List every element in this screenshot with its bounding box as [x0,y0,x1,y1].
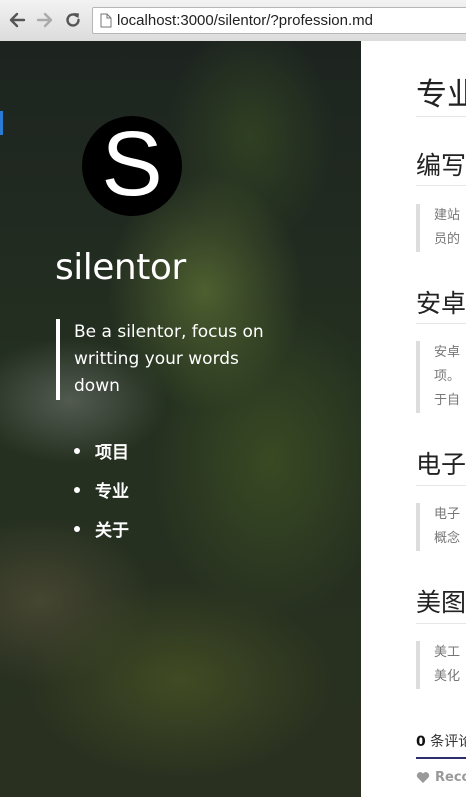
section-quote: 电子 概念 [416,503,460,551]
arrow-right-icon [36,12,53,28]
section-quote: 美工 美化 [416,641,460,689]
nav-link[interactable]: 专业 [95,477,129,502]
section-text: 于自 [434,393,461,408]
nav-item-about[interactable]: 关于 [74,509,129,548]
browser-toolbar: localhost:3000/silentor/?profession.md [0,0,466,42]
site-logo[interactable]: S [82,116,182,216]
section-text: 电子 [434,507,461,522]
back-button[interactable] [6,8,28,32]
tagline-quote: Be a silentor, focus on writting your wo… [56,319,286,400]
bullet-icon [74,447,80,454]
section-text: 概念 [434,531,461,546]
divider [416,323,466,324]
section-title: 美图 [416,588,466,617]
site-name[interactable]: silentor [55,247,186,288]
comments-underline [416,757,466,759]
section-text: 美化 [434,669,461,684]
nav-item-projects[interactable]: 项目 [74,431,129,470]
bullet-icon [74,486,80,493]
page-icon [100,13,112,28]
address-bar[interactable]: localhost:3000/silentor/?profession.md [92,7,466,34]
section-quote: 建站 员的 [416,204,460,252]
nav-item-profession[interactable]: 专业 [74,470,129,509]
section-text: 美工 [434,645,461,660]
nav-link[interactable]: 关于 [95,516,129,541]
content-panel: 专业 编写 建站 员的 安卓 安卓 项。 于自 电子 电子 概念 美图 美工 美… [361,41,466,797]
heart-icon [416,772,430,783]
tagline-line: down [74,376,120,396]
reload-button[interactable] [62,8,84,32]
forward-button[interactable] [34,8,56,32]
reload-icon [66,13,80,27]
bullet-icon [74,525,80,532]
section-text: 员的 [434,232,461,247]
recommend-label: Reco [435,770,466,785]
section-title: 编写 [416,151,466,180]
recommend-button[interactable]: Reco [416,770,466,785]
section-text: 项。 [434,369,461,384]
divider [416,623,466,624]
tagline-line: writting your words [74,349,239,369]
comments-label: 条评论 [430,734,466,750]
nav-link[interactable]: 项目 [95,438,129,463]
section-title: 安卓 [416,289,466,318]
comments-number: 0 [416,734,426,750]
section-text: 安卓 [434,345,461,360]
comments-count: 0 条评论 [416,731,466,751]
divider [416,485,466,486]
sidebar-nav: 项目 专业 关于 [74,431,129,548]
section-text: 建站 [434,208,461,223]
divider [416,116,466,117]
url-text: localhost:3000/silentor/?profession.md [117,12,373,29]
arrow-left-icon [9,12,26,28]
tagline-line: Be a silentor, focus on [74,322,264,342]
section-title: 电子 [416,450,466,479]
logo-letter: S [101,113,163,215]
page-title: 专业 [416,77,466,113]
accent-stripe [0,111,3,135]
hero-sidebar: S silentor Be a silentor, focus on writt… [0,41,361,797]
section-quote: 安卓 项。 于自 [416,341,460,413]
divider [416,185,466,186]
